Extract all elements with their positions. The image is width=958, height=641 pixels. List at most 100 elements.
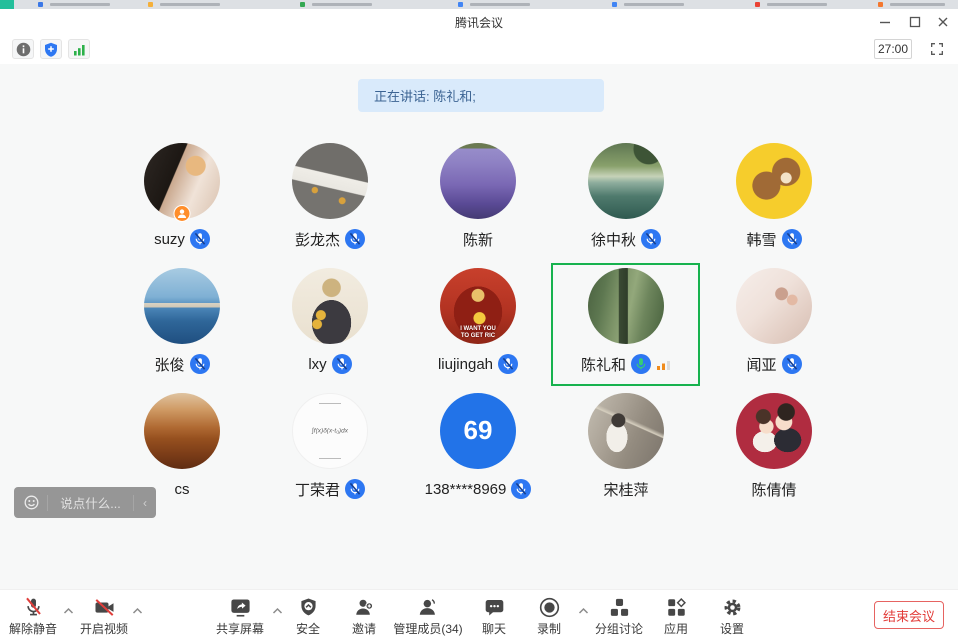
poor-network-icon <box>656 358 671 371</box>
avatar-number: 69 <box>464 415 493 446</box>
avatar <box>588 393 664 469</box>
mic-off-icon <box>21 596 44 619</box>
chat-collapse-chevron-icon[interactable]: ‹ <box>134 496 156 510</box>
tab-favicon-icon <box>300 2 305 7</box>
network-quality-button[interactable] <box>68 39 90 59</box>
meeting-info-button[interactable] <box>12 39 34 59</box>
toolbar-label: 设置 <box>720 620 744 637</box>
muted-mic-icon <box>782 354 802 374</box>
participant-tile[interactable]: I WANT YOUTO GET RIC liujingah <box>404 268 552 375</box>
avatar <box>736 268 812 344</box>
avatar <box>588 143 664 219</box>
title-bar: 腾讯会议 <box>0 9 958 33</box>
record-button[interactable]: 录制 <box>537 596 561 637</box>
avatar-formula: ∫f(x)δ(x-t₀)dx <box>312 428 348 435</box>
record-icon <box>537 596 560 619</box>
tab-fragment <box>624 3 684 6</box>
apps-grid-icon <box>664 596 687 619</box>
participant-tile[interactable]: suzy <box>108 143 256 250</box>
muted-mic-icon <box>641 229 661 249</box>
participant-tile[interactable]: 陈倩倩 <box>700 393 848 500</box>
participant-tile[interactable]: 张俊 <box>108 268 256 375</box>
avatar <box>736 143 812 219</box>
participant-name: cs <box>175 481 190 498</box>
chat-bubble-icon <box>482 596 505 619</box>
participant-name: 彭龙杰 <box>295 229 340 250</box>
close-button[interactable] <box>930 13 956 31</box>
avatar <box>588 268 664 344</box>
video-options-chevron[interactable] <box>131 606 144 616</box>
muted-mic-icon <box>782 229 802 249</box>
participant-name: 徐中秋 <box>591 229 636 250</box>
tab-fragment <box>470 3 530 6</box>
chat-button[interactable]: 聊天 <box>482 596 506 637</box>
participant-tile[interactable]: 徐中秋 <box>552 143 700 250</box>
participant-tile[interactable]: 韩雪 <box>700 143 848 250</box>
share-screen-icon <box>228 596 251 619</box>
muted-mic-icon <box>511 479 531 499</box>
members-person-icon <box>417 596 440 619</box>
close-icon <box>935 14 951 30</box>
avatar <box>292 143 368 219</box>
tab-fragment <box>767 3 827 6</box>
window-title: 腾讯会议 <box>0 14 958 31</box>
gear-icon <box>720 596 743 619</box>
fullscreen-icon <box>929 41 945 57</box>
settings-button[interactable]: 设置 <box>720 596 744 637</box>
maximize-icon <box>907 14 923 30</box>
invite-person-icon <box>352 596 375 619</box>
signal-bars-icon <box>72 42 87 57</box>
tab-fragment <box>50 3 110 6</box>
participant-tile[interactable]: 69 138****8969 <box>404 393 552 500</box>
share-screen-button[interactable]: 共享屏幕 <box>216 596 264 637</box>
unmute-button[interactable]: 解除静音 <box>9 596 57 637</box>
participant-tile[interactable]: 宋桂萍 <box>552 393 700 500</box>
emoji-icon[interactable] <box>24 495 39 510</box>
muted-mic-icon <box>332 354 352 374</box>
background-browser-tab-strip[interactable] <box>0 0 958 9</box>
participant-tile[interactable]: ∫f(x)δ(x-t₀)dx 丁荣君 <box>256 393 404 500</box>
share-options-chevron[interactable] <box>271 606 284 616</box>
toolbar-label: 邀请 <box>352 620 376 637</box>
maximize-button[interactable] <box>902 13 928 31</box>
avatar <box>292 268 368 344</box>
participant-grid-area: 正在讲话: 陈礼和; suzy 彭龙杰 陈新 徐中秋 <box>0 64 958 590</box>
toolbar-label: 录制 <box>537 620 561 637</box>
participant-tile[interactable]: 陈新 <box>404 143 552 250</box>
avatar <box>736 393 812 469</box>
participant-name: 丁荣君 <box>295 479 340 500</box>
muted-mic-icon <box>345 229 365 249</box>
tab-favicon-icon <box>878 2 883 7</box>
chat-quick-bar[interactable]: 说点什么... ‹ <box>14 487 156 518</box>
muted-mic-icon <box>498 354 518 374</box>
end-meeting-button[interactable]: 结束会议 <box>874 601 944 629</box>
tab-fragment <box>160 3 220 6</box>
record-options-chevron[interactable] <box>577 606 590 616</box>
tab-fragment <box>890 3 945 6</box>
minimize-button[interactable] <box>872 13 898 31</box>
participant-name: liujingah <box>438 356 493 373</box>
participant-tile[interactable]: cs <box>108 393 256 500</box>
start-video-button[interactable]: 开启视频 <box>80 596 128 637</box>
security-status-button[interactable] <box>40 39 62 59</box>
invite-button[interactable]: 邀请 <box>352 596 376 637</box>
participant-tile[interactable]: lxy <box>256 268 404 375</box>
participant-name: 陈倩倩 <box>751 479 796 500</box>
minimize-icon <box>877 14 893 30</box>
participant-name: 张俊 <box>154 354 184 375</box>
fullscreen-button[interactable] <box>926 39 948 59</box>
manage-members-button[interactable]: 管理成员(34) <box>393 596 462 637</box>
tab-favicon-icon <box>612 2 617 7</box>
breakout-rooms-button[interactable]: 分组讨论 <box>595 596 643 637</box>
apps-button[interactable]: 应用 <box>664 596 688 637</box>
participant-tile[interactable]: 闻亚 <box>700 268 848 375</box>
participant-name: suzy <box>154 231 185 248</box>
unmute-options-chevron[interactable] <box>62 606 75 616</box>
security-button[interactable]: 安全 <box>296 596 320 637</box>
tab-favicon-icon <box>148 2 153 7</box>
participant-name: 陈新 <box>463 229 493 250</box>
participant-tile-active-speaker[interactable]: 陈礼和 <box>552 268 700 375</box>
security-shield-icon <box>296 596 319 619</box>
participant-tile[interactable]: 彭龙杰 <box>256 143 404 250</box>
chat-input-placeholder[interactable]: 说点什么... <box>48 493 133 512</box>
